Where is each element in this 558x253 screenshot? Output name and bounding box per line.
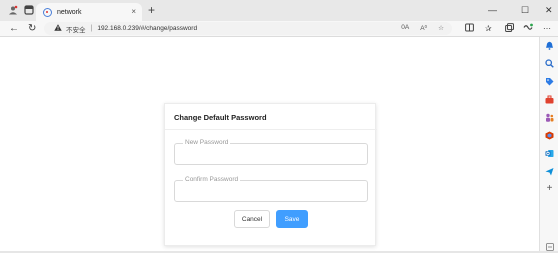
confirm-password-label: Confirm Password bbox=[183, 176, 241, 184]
security-label[interactable]: 不安全 bbox=[66, 24, 86, 34]
outlook-icon[interactable] bbox=[545, 149, 554, 158]
minimize-button[interactable]: — bbox=[488, 4, 497, 16]
toolbox-icon[interactable] bbox=[545, 95, 554, 104]
card-title: Change Default Password bbox=[174, 113, 267, 122]
add-sidebar-app-icon[interactable]: + bbox=[545, 184, 554, 194]
bell-icon[interactable] bbox=[545, 41, 554, 50]
confirm-password-field[interactable]: Confirm Password bbox=[174, 176, 368, 202]
search-icon[interactable] bbox=[545, 59, 554, 68]
favorite-star-icon[interactable]: ☆ bbox=[438, 24, 444, 32]
close-window-button[interactable]: ✕ bbox=[545, 4, 553, 16]
warning-icon bbox=[54, 24, 62, 33]
change-password-card: Change Default Password New Password Con… bbox=[164, 103, 377, 246]
more-options-icon[interactable]: ⋯ bbox=[543, 23, 551, 35]
edge-sidebar: + bbox=[539, 37, 558, 253]
split-screen-icon[interactable] bbox=[465, 23, 474, 36]
zoom-indicator-icon[interactable]: 0A bbox=[401, 24, 409, 32]
office-icon[interactable] bbox=[545, 131, 554, 140]
close-tab-icon[interactable]: × bbox=[131, 8, 136, 16]
card-divider bbox=[165, 129, 377, 130]
new-password-label: New Password bbox=[183, 139, 231, 147]
save-button[interactable]: Save bbox=[276, 210, 308, 228]
shopping-tag-icon[interactable] bbox=[545, 77, 554, 86]
collections-icon[interactable] bbox=[505, 23, 514, 36]
profile-icon[interactable] bbox=[7, 4, 19, 16]
reload-button[interactable]: ↻ bbox=[28, 23, 36, 35]
address-bar[interactable]: 不安全 | 192.168.0.239/#/change/password 0A… bbox=[44, 22, 452, 35]
browser-toolbar: ← ↻ 不安全 | 192.168.0.239/#/change/passwor… bbox=[0, 21, 558, 37]
site-favicon-icon bbox=[43, 7, 52, 17]
tab-network[interactable]: network × bbox=[36, 3, 142, 21]
page-content: Change Default Password New Password Con… bbox=[0, 38, 539, 253]
send-icon[interactable] bbox=[545, 167, 554, 176]
new-password-field[interactable]: New Password bbox=[174, 139, 368, 165]
url-text[interactable]: 192.168.0.239/#/change/password bbox=[97, 25, 197, 32]
url-separator: | bbox=[90, 25, 93, 32]
tab-title: network bbox=[57, 8, 82, 16]
maximize-button[interactable]: ☐ bbox=[521, 4, 529, 16]
workspaces-icon[interactable] bbox=[23, 4, 35, 16]
sidebar-settings-icon[interactable] bbox=[545, 242, 554, 251]
extensions-icon[interactable] bbox=[523, 23, 533, 36]
favorites-icon[interactable]: ✰ bbox=[485, 23, 492, 35]
read-aloud-icon[interactable]: A⁰ bbox=[420, 24, 427, 32]
cancel-button[interactable]: Cancel bbox=[234, 210, 270, 228]
back-button[interactable]: ← bbox=[9, 23, 19, 35]
new-tab-button[interactable]: + bbox=[148, 4, 155, 16]
tab-strip: network × + — ☐ ✕ bbox=[0, 0, 558, 21]
people-icon[interactable] bbox=[545, 113, 554, 122]
